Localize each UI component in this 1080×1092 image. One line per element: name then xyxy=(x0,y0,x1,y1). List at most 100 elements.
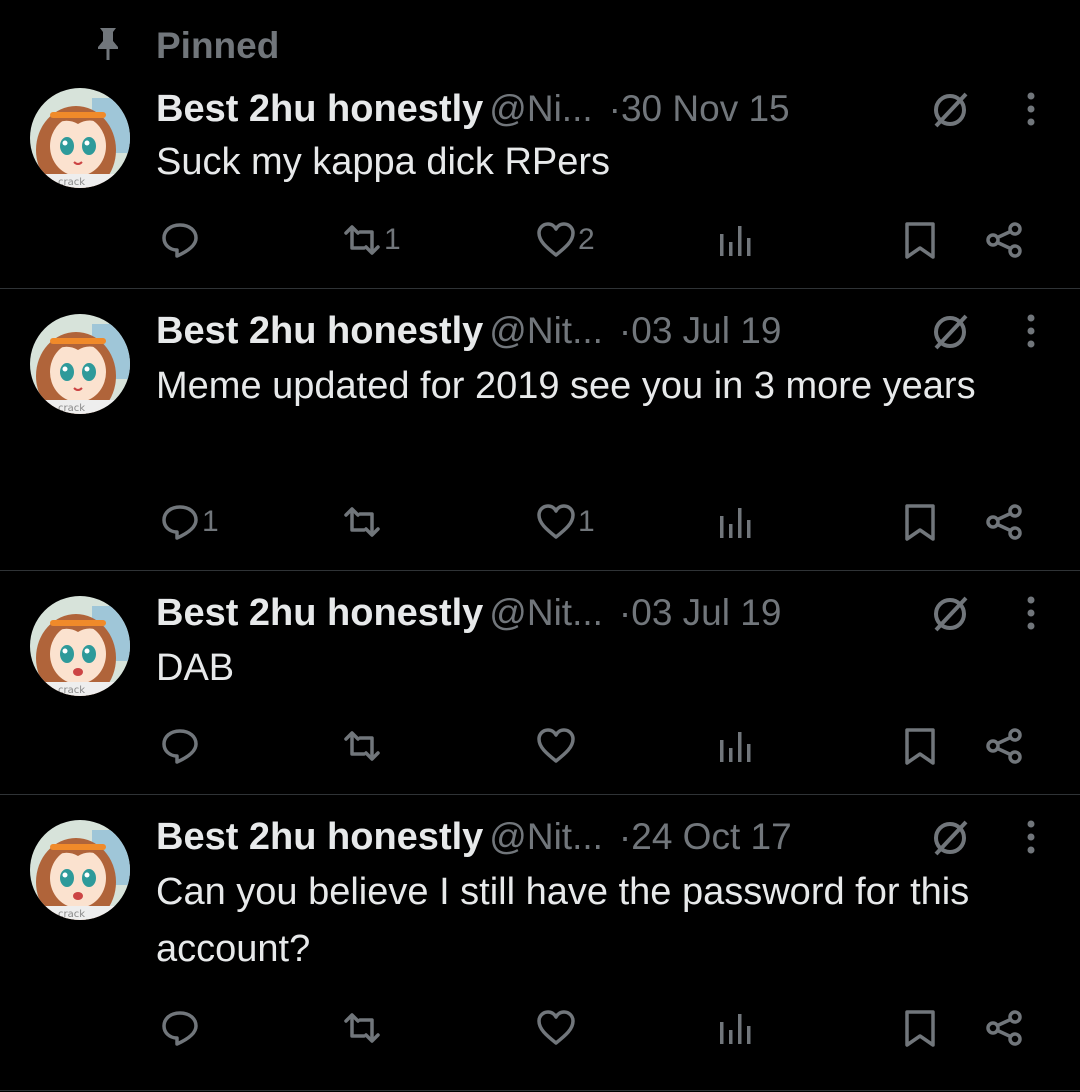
separator: · xyxy=(618,592,632,633)
bookmark-button[interactable] xyxy=(900,218,940,262)
like-button[interactable] xyxy=(536,724,578,768)
retweet-button[interactable] xyxy=(342,1006,384,1050)
reply-icon xyxy=(162,223,198,258)
reply-button[interactable] xyxy=(160,724,202,768)
heart-icon xyxy=(537,504,575,539)
ban-icon xyxy=(934,596,968,632)
svg-text:crack: crack xyxy=(58,685,85,696)
share-button[interactable] xyxy=(984,724,1024,768)
tweet-actions: 1 2 xyxy=(0,218,1080,262)
reply-icon xyxy=(162,505,198,540)
handle[interactable]: @Nit... xyxy=(489,310,603,351)
svg-text:crack: crack xyxy=(58,909,85,920)
views-button[interactable] xyxy=(716,724,756,768)
reply-button[interactable] xyxy=(160,218,202,262)
tweet[interactable]: crack Best 2hu honestly @Ni... ·30 Nov 15 … xyxy=(0,84,1080,289)
like-count: 2 xyxy=(578,223,595,256)
share-button[interactable] xyxy=(984,500,1024,544)
bookmark-button[interactable] xyxy=(900,724,940,768)
pin-icon xyxy=(98,28,118,60)
more-icon[interactable] xyxy=(1026,312,1036,350)
display-name[interactable]: Best 2hu honestly xyxy=(156,88,483,130)
bookmark-icon xyxy=(905,728,935,765)
ban-icon xyxy=(934,314,968,350)
retweet-button[interactable]: 1 xyxy=(342,218,401,262)
share-button[interactable] xyxy=(984,218,1024,262)
ban-icon xyxy=(934,92,968,128)
tweet-text: Suck my kappa dick RPers xyxy=(156,141,611,183)
views-icon xyxy=(720,732,751,762)
heart-icon xyxy=(537,728,575,763)
retweet-count: 1 xyxy=(384,223,401,256)
bookmark-button[interactable] xyxy=(900,1006,940,1050)
more-icon[interactable] xyxy=(1026,818,1036,856)
timestamp[interactable]: 24 Oct 17 xyxy=(631,816,791,857)
svg-text:crack: crack xyxy=(58,177,85,188)
avatar[interactable]: crack xyxy=(30,820,130,920)
pinned-indicator: Pinned xyxy=(0,24,1080,68)
handle[interactable]: @Ni... xyxy=(489,88,592,129)
like-count: 1 xyxy=(578,505,595,538)
display-name[interactable]: Best 2hu honestly xyxy=(156,816,483,858)
views-button[interactable] xyxy=(716,500,756,544)
like-button[interactable]: 1 xyxy=(536,500,595,544)
reply-button[interactable] xyxy=(160,1006,202,1050)
retweet-icon xyxy=(344,731,380,761)
ban-icon xyxy=(934,820,968,856)
avatar[interactable]: crack xyxy=(30,596,130,696)
timestamp[interactable]: 03 Jul 19 xyxy=(631,310,781,351)
bookmark-button[interactable] xyxy=(900,500,940,544)
pinned-label: Pinned xyxy=(156,25,280,66)
tweet-header: Best 2hu honestly @Nit... ·03 Jul 19 xyxy=(156,306,1056,356)
bookmark-icon xyxy=(905,1010,935,1047)
retweet-icon xyxy=(344,225,380,255)
views-icon xyxy=(720,508,751,538)
like-button[interactable] xyxy=(536,1006,578,1050)
separator: · xyxy=(618,310,632,351)
more-icon[interactable] xyxy=(1026,90,1036,128)
tweet-actions xyxy=(0,1006,1080,1050)
tweet-header: Best 2hu honestly @Nit... ·24 Oct 17 xyxy=(156,812,1056,862)
bookmark-icon xyxy=(905,222,935,259)
handle[interactable]: @Nit... xyxy=(489,592,603,633)
share-icon xyxy=(986,1010,1022,1046)
heart-icon xyxy=(537,1010,575,1045)
display-name[interactable]: Best 2hu honestly xyxy=(156,592,483,634)
share-button[interactable] xyxy=(984,1006,1024,1050)
like-button[interactable]: 2 xyxy=(536,218,595,262)
avatar[interactable]: crack xyxy=(30,88,130,188)
svg-text:crack: crack xyxy=(58,403,85,414)
tweet-actions: 1 1 xyxy=(0,500,1080,544)
retweet-button[interactable] xyxy=(342,724,384,768)
share-icon xyxy=(986,504,1022,540)
tweet-header: Best 2hu honestly @Nit... ·03 Jul 19 xyxy=(156,588,1056,638)
bookmark-icon xyxy=(905,504,935,541)
display-name[interactable]: Best 2hu honestly xyxy=(156,310,483,352)
retweet-icon xyxy=(344,507,380,537)
tweet[interactable]: crack Best 2hu honestly @Nit... ·03 Jul 19… xyxy=(0,572,1080,795)
separator: · xyxy=(618,816,632,857)
tweet-actions xyxy=(0,724,1080,768)
views-button[interactable] xyxy=(716,218,756,262)
tweet-text: Meme updated for 2019 see you in 3 more … xyxy=(156,365,976,407)
tweet[interactable]: crack Best 2hu honestly @Nit... ·24 Oct 17… xyxy=(0,796,1080,1091)
retweet-icon xyxy=(344,1013,380,1043)
share-icon xyxy=(986,222,1022,258)
reply-icon xyxy=(162,1011,198,1046)
views-icon xyxy=(720,1014,751,1044)
separator: · xyxy=(608,88,621,129)
timestamp[interactable]: 03 Jul 19 xyxy=(631,592,781,633)
share-icon xyxy=(986,728,1022,764)
timestamp[interactable]: 30 Nov 15 xyxy=(621,88,790,129)
retweet-button[interactable] xyxy=(342,500,384,544)
more-icon[interactable] xyxy=(1026,594,1036,632)
tweet-text: Can you believe I still have the passwor… xyxy=(156,871,970,970)
views-button[interactable] xyxy=(716,1006,756,1050)
tweet[interactable]: crack Best 2hu honestly @Nit... ·03 Jul 19… xyxy=(0,290,1080,571)
avatar[interactable]: crack xyxy=(30,314,130,414)
views-icon xyxy=(720,226,751,256)
handle[interactable]: @Nit... xyxy=(489,816,603,857)
tweet-header: Best 2hu honestly @Ni... ·30 Nov 15 xyxy=(156,84,1056,134)
reply-button[interactable]: 1 xyxy=(160,500,219,544)
heart-icon xyxy=(537,222,575,257)
